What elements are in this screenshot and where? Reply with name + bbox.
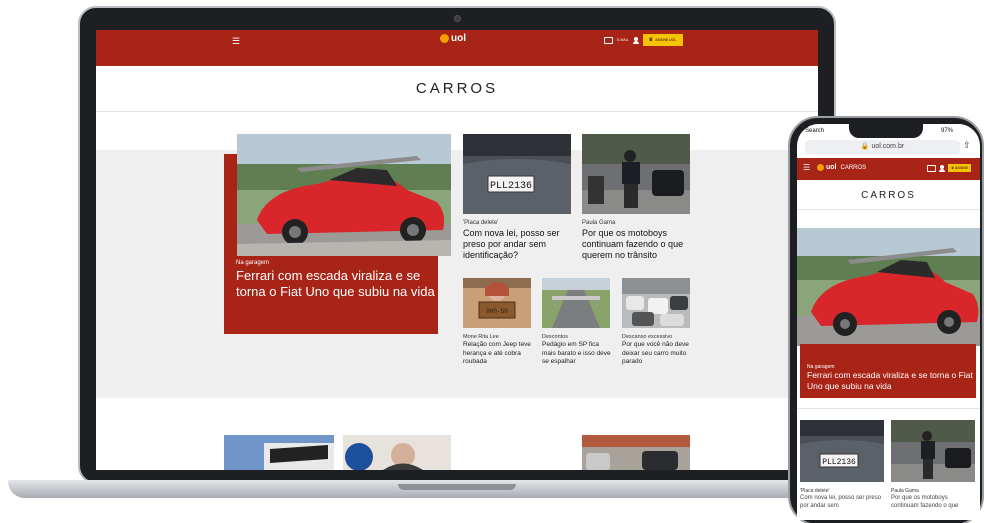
parking-photo bbox=[622, 278, 690, 328]
lower-card-image[interactable] bbox=[224, 435, 334, 470]
hero-kicker[interactable]: Na garagem bbox=[236, 260, 269, 266]
hamburger-icon[interactable]: ☰ bbox=[232, 36, 240, 47]
highway-photo bbox=[542, 278, 610, 328]
card-image-placa[interactable]: PLL2136 bbox=[800, 420, 884, 482]
phone-screen: Search 97% 🔒 uol.com.br ⇧ ☰ uol CARROS ♛… bbox=[797, 124, 980, 520]
laptop-screen: ☰ uol E-MAIL ♛ ASSINE UOL CARROS Na gara… bbox=[96, 30, 818, 470]
card-headline[interactable]: Com nova lei, posso ser preso por andar … bbox=[463, 228, 573, 261]
car-plate-photo: PLL2136 bbox=[463, 134, 571, 214]
logo-mark bbox=[440, 34, 449, 43]
lower-card-image[interactable] bbox=[343, 435, 451, 470]
ferrari-photo bbox=[237, 134, 451, 256]
laptop-hinge-notch bbox=[398, 484, 516, 490]
portrait-photo bbox=[343, 435, 451, 470]
uol-logo[interactable]: uol bbox=[440, 33, 466, 44]
street-photo bbox=[582, 435, 690, 470]
ferrari-photo bbox=[797, 228, 980, 346]
webcam bbox=[454, 15, 461, 22]
page-title: CARROS bbox=[797, 182, 980, 210]
uol-logo[interactable]: uol CARROS bbox=[817, 164, 866, 171]
divider bbox=[797, 408, 980, 409]
status-carrier: Search bbox=[805, 128, 825, 134]
small-card-headline[interactable]: Por que você não deve deixar seu carro m… bbox=[622, 341, 692, 367]
page-title: CARROS bbox=[415, 80, 499, 97]
small-card-image-rita-lee[interactable]: 000-50 bbox=[463, 278, 531, 328]
card-kicker[interactable]: 'Placa delete' bbox=[463, 220, 498, 226]
mail-icon[interactable] bbox=[927, 164, 936, 172]
sign-text: 000-50 bbox=[486, 308, 508, 315]
small-card-headline[interactable]: Relação com Jeep teve herança e até cobr… bbox=[463, 341, 533, 367]
mobile-site-header: ☰ uol CARROS ♛ ASSINE bbox=[797, 158, 980, 180]
header-actions: ♛ ASSINE bbox=[927, 164, 972, 172]
mail-icon[interactable] bbox=[604, 36, 613, 44]
featured-band bbox=[96, 150, 818, 398]
lower-section bbox=[96, 398, 818, 470]
rita-lee-photo: 000-50 bbox=[463, 278, 531, 328]
motoboys-photo bbox=[582, 134, 690, 214]
battery-level: 97% bbox=[941, 128, 954, 134]
hero-image[interactable] bbox=[237, 134, 451, 256]
header-actions: E-MAIL ♛ ASSINE UOL bbox=[604, 34, 683, 46]
user-icon[interactable] bbox=[632, 36, 639, 44]
lock-icon: 🔒 bbox=[860, 143, 870, 150]
car-plate-photo: PLL2136 bbox=[800, 420, 884, 482]
subscribe-button[interactable]: ♛ ASSINE UOL bbox=[642, 34, 683, 46]
small-card-kicker[interactable]: Descontos bbox=[542, 334, 568, 340]
lower-card-image[interactable] bbox=[582, 435, 690, 470]
site-header: ☰ uol E-MAIL ♛ ASSINE UOL bbox=[96, 30, 818, 66]
address-bar[interactable]: 🔒 uol.com.br bbox=[805, 140, 960, 154]
plate-text: PLL2136 bbox=[822, 458, 856, 467]
small-card-kicker[interactable]: Descanso excessivo bbox=[622, 334, 672, 340]
hero-headline[interactable]: Ferrari com escada viraliza e se torna o… bbox=[807, 370, 975, 392]
small-card-headline[interactable]: Pedágio em SP fica mais barato e isso de… bbox=[542, 341, 612, 367]
logo-mark bbox=[817, 164, 824, 171]
header-section-label: CARROS bbox=[840, 164, 867, 171]
crown-icon: ♛ bbox=[648, 37, 654, 43]
subscribe-label: ASSINE UOL bbox=[655, 38, 677, 42]
card-kicker[interactable]: 'Placa delete' bbox=[800, 488, 829, 494]
card-headline[interactable]: Com nova lei, posso ser preso por andar … bbox=[800, 495, 884, 510]
subscribe-label: ASSINE bbox=[954, 166, 969, 170]
crown-icon: ♛ bbox=[951, 166, 955, 170]
logo-text: uol bbox=[826, 164, 837, 171]
small-card-image-carro-parado[interactable] bbox=[622, 278, 690, 328]
url-text: uol.com.br bbox=[871, 143, 905, 150]
user-icon[interactable] bbox=[939, 164, 945, 172]
hero-headline[interactable]: Ferrari com escada viraliza e se torna o… bbox=[236, 268, 436, 300]
plate-text: PLL2136 bbox=[490, 181, 532, 192]
phone-notch bbox=[849, 124, 923, 138]
hero-image[interactable] bbox=[797, 228, 980, 346]
device-mockup-stage: ☰ uol E-MAIL ♛ ASSINE UOL CARROS Na gara… bbox=[0, 0, 984, 523]
hamburger-icon[interactable]: ☰ bbox=[803, 163, 810, 172]
logo-text: uol bbox=[451, 33, 466, 44]
subscribe-button[interactable]: ♛ ASSINE bbox=[948, 164, 972, 172]
small-card-kicker[interactable]: Mone Rita Lee bbox=[463, 334, 499, 340]
email-link[interactable]: E-MAIL bbox=[617, 38, 629, 42]
small-card-image-pedagio[interactable] bbox=[542, 278, 610, 328]
card-headline[interactable]: Por que os motoboys continuam fazendo o … bbox=[582, 228, 694, 261]
storefront-photo bbox=[224, 435, 334, 470]
card-image-motoboys[interactable] bbox=[582, 134, 690, 214]
share-icon[interactable]: ⇧ bbox=[963, 140, 971, 151]
card-kicker[interactable]: Paula Gama bbox=[891, 488, 919, 494]
motoboys-photo bbox=[891, 420, 975, 482]
card-image-placa[interactable]: PLL2136 bbox=[463, 134, 571, 214]
card-image-motoboys[interactable] bbox=[891, 420, 975, 482]
card-kicker[interactable]: Paula Gama bbox=[582, 220, 615, 226]
card-headline[interactable]: Por que os motoboys continuam fazendo o … bbox=[891, 495, 977, 510]
